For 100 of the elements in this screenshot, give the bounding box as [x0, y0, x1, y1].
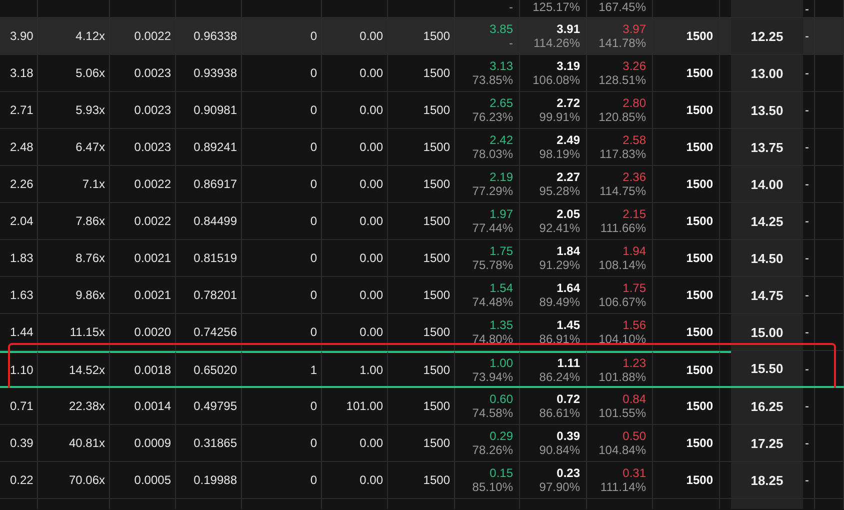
cell-text: 2.48: [10, 140, 34, 154]
cell-text: 0.00: [360, 251, 383, 265]
price-text: 3.97: [622, 22, 646, 36]
cell-text: 0: [310, 473, 317, 487]
cell-text: 1500: [686, 177, 713, 191]
percent-text: 167.45%: [598, 0, 646, 14]
dash-text: -: [805, 436, 809, 450]
cell-text: 1500: [686, 399, 713, 413]
cell-text: 1500: [686, 251, 713, 265]
table-row[interactable]: 2.04 7.86x 0.0022 0.84499 0 0.00 1500 1.97 77.44% 2.05 92.41% 2.15 111.66% 1500 14.25 -: [0, 203, 844, 240]
cell-text: 0.00: [360, 177, 383, 191]
cell-text: 0.93938: [194, 66, 237, 80]
cell-text: 7.1x: [82, 177, 105, 191]
cell-text: 7.86x: [76, 214, 105, 228]
percent-text: 75.78%: [472, 258, 513, 272]
percent-text: 104.10%: [598, 332, 646, 346]
price-text: 3.13: [490, 59, 513, 73]
price-text: 1.45: [556, 318, 580, 332]
price-text: 2.72: [556, 96, 580, 110]
price-text: 2.05: [556, 207, 580, 221]
cell-text: 1500: [686, 103, 713, 117]
percent-text: 114.26%: [534, 36, 580, 50]
percent-text: 128.51%: [598, 73, 646, 87]
table-row[interactable]: 1.63 9.86x 0.0021 0.78201 0 0.00 1500 1.54 74.48% 1.64 89.49% 1.75 106.67% 1500 14.75 -: [0, 277, 844, 314]
price-text: 0.60: [490, 392, 513, 406]
price-text: 1.84: [556, 244, 580, 258]
cell-text: 0.90981: [194, 103, 237, 117]
price-text: 1.35: [490, 318, 513, 332]
table-row[interactable]: - 125.17% 167.45% -: [0, 0, 844, 18]
table-row[interactable]: 1.10 14.52x 0.0018 0.65020 1 1.00 1500 1.00 73.94% 1.11 86.24% 1.23 101.88% 1500 15.50 -: [0, 351, 844, 388]
cell-text: 70.06x: [68, 473, 105, 487]
percent-text: 101.88%: [598, 370, 646, 384]
price-text: 1.75: [490, 244, 513, 258]
cell-text: 1500: [686, 66, 713, 80]
price-text: 1.56: [622, 318, 646, 332]
dash-text: -: [805, 288, 809, 302]
cell-text: 0: [310, 140, 317, 154]
cell-text: 0: [310, 214, 317, 228]
price-text: 1.75: [622, 281, 646, 295]
cell-text: 1.83: [10, 251, 34, 265]
cell-text: 0.0014: [134, 399, 171, 413]
cell-text: 8.76x: [76, 251, 105, 265]
percent-text: 120.85%: [598, 110, 646, 124]
dash-text: -: [805, 177, 809, 191]
percent-text: 101.55%: [598, 406, 646, 420]
price-text: 1.97: [490, 207, 513, 221]
table-row[interactable]: 0.22 70.06x 0.0005 0.19988 0 0.00 1500 0.15 85.10% 0.23 97.90% 0.31 111.14% 1500 18.25 -: [0, 462, 844, 499]
price-text: 2.36: [622, 170, 646, 184]
percent-text: 106.67%: [598, 295, 646, 309]
percent-text: 108.14%: [598, 258, 646, 272]
percent-text: -: [509, 36, 513, 50]
strike-text: 13.75: [731, 129, 803, 165]
percent-text: 73.94%: [472, 370, 513, 384]
cell-text: 0: [310, 325, 317, 339]
dash-text: -: [805, 29, 809, 43]
table-row[interactable]: 2.26 7.1x 0.0022 0.86917 0 0.00 1500 2.19 77.29% 2.27 95.28% 2.36 114.75% 1500 14.00 -: [0, 166, 844, 203]
strike-text: 16.25: [731, 388, 803, 424]
price-text: 2.49: [556, 133, 580, 147]
cell-text: 1500: [423, 177, 450, 191]
price-text: 3.85: [490, 22, 513, 36]
dash-text: -: [805, 362, 809, 376]
percent-text: 77.29%: [472, 184, 513, 198]
price-text: 2.80: [622, 96, 646, 110]
price-text: 3.26: [622, 59, 646, 73]
cell-text: 0.49795: [194, 399, 237, 413]
cell-text: 0.00: [360, 140, 383, 154]
dash-text: -: [805, 473, 809, 487]
table-row[interactable]: 1.44 11.15x 0.0020 0.74256 0 0.00 1500 1.35 74.80% 1.45 86.91% 1.56 104.10% 1500 15.00 -: [0, 314, 844, 351]
cell-text: 1500: [686, 473, 713, 487]
cell-text: 1500: [423, 140, 450, 154]
cell-text: 1500: [423, 325, 450, 339]
cell-text: 0: [310, 29, 317, 43]
cell-text: 40.81x: [68, 436, 105, 450]
cell-text: 4.12x: [76, 29, 105, 43]
cell-text: 0.00: [360, 103, 383, 117]
table-row[interactable]: 1.83 8.76x 0.0021 0.81519 0 0.00 1500 1.75 75.78% 1.84 91.29% 1.94 108.14% 1500 14.50 -: [0, 240, 844, 277]
table-row[interactable]: 0.39 40.81x 0.0009 0.31865 0 0.00 1500 0.29 78.26% 0.39 90.84% 0.50 104.84% 1500 17.25 -: [0, 425, 844, 462]
table-row[interactable]: 2.48 6.47x 0.0023 0.89241 0 0.00 1500 2.42 78.03% 2.49 98.19% 2.58 117.83% 1500 13.75 -: [0, 129, 844, 166]
cell-text: 0.0018: [134, 362, 171, 376]
cell-text: 0.86917: [194, 177, 237, 191]
percent-text: 74.80%: [472, 332, 513, 346]
percent-text: 86.24%: [539, 370, 580, 384]
table-row[interactable]: 3.90 4.12x 0.0022 0.96338 0 0.00 1500 3.85 - 3.91 114.26% 3.97 141.78% 1500 12.25 -: [0, 18, 844, 55]
table-row[interactable]: 3.18 5.06x 0.0023 0.93938 0 0.00 1500 3.13 73.85% 3.19 106.08% 3.26 128.51% 1500 13.00 -: [0, 55, 844, 92]
cell-text: 1.00: [360, 362, 383, 376]
table-row[interactable]: 0.71 22.38x 0.0014 0.49795 0 101.00 1500 0.60 74.58% 0.72 86.61% 0.84 101.55% 1500 16.25 -: [0, 388, 844, 425]
percent-text: 77.44%: [472, 221, 513, 235]
cell-text: 0.00: [360, 473, 383, 487]
cell-text: 101.00: [346, 399, 383, 413]
cell-text: 1500: [686, 140, 713, 154]
price-text: 0.39: [556, 429, 580, 443]
cell-text: 1500: [423, 214, 450, 228]
table-row[interactable]: 2.71 5.93x 0.0023 0.90981 0 0.00 1500 2.65 76.23% 2.72 99.91% 2.80 120.85% 1500 13.50 -: [0, 92, 844, 129]
cell-text: 0.0009: [134, 436, 171, 450]
price-text: 2.19: [490, 170, 513, 184]
cell-text: 0.39: [10, 436, 34, 450]
cell-text: 0.22: [10, 473, 34, 487]
cell-text: 2.26: [10, 177, 34, 191]
cell-text: 0.00: [360, 325, 383, 339]
cell-text: 0.71: [10, 399, 34, 413]
